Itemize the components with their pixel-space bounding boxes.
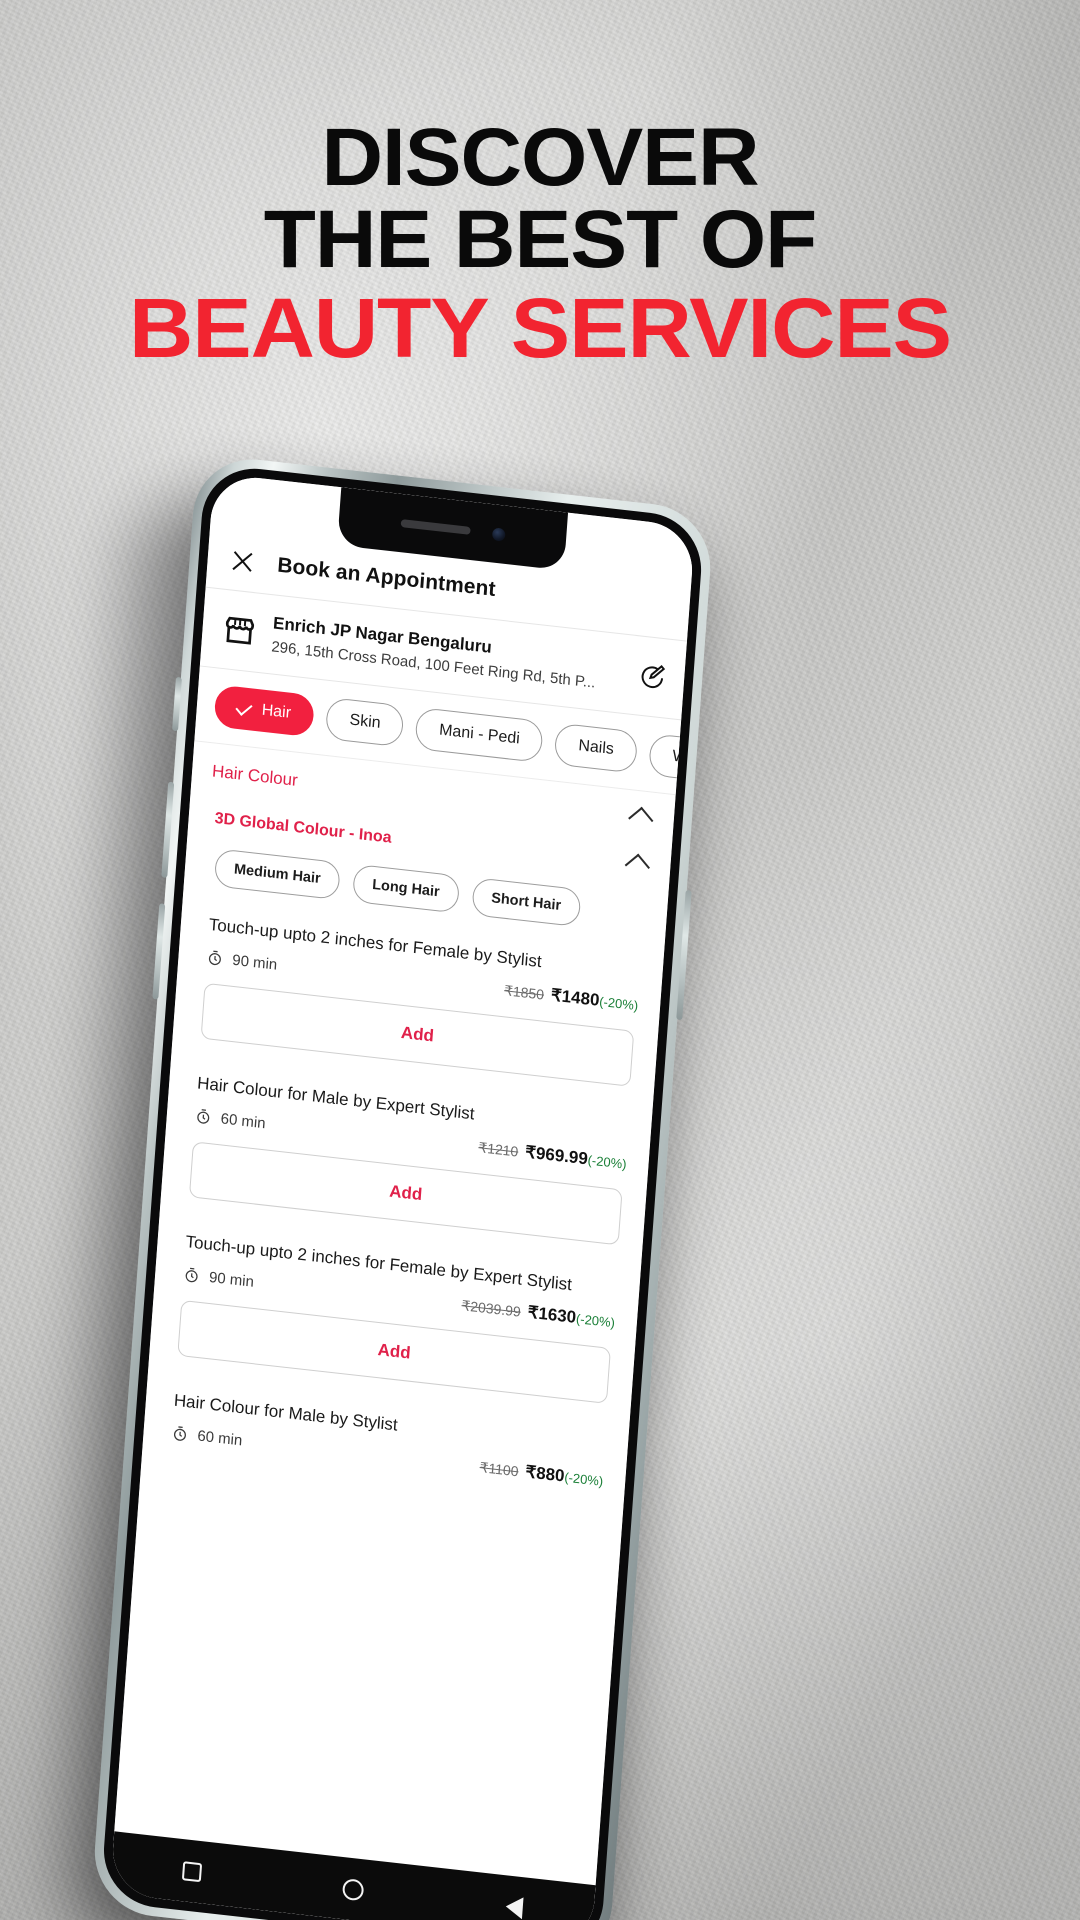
price-discounted: ₹880 xyxy=(524,1462,566,1486)
service-list-scroll[interactable]: Hair Colour 3D Global Colour - Inoa Medi… xyxy=(114,741,675,1885)
length-chip-medium-hair[interactable]: Medium Hair xyxy=(213,848,341,901)
chip-label: Skin xyxy=(349,711,382,732)
length-chip-short-hair[interactable]: Short Hair xyxy=(471,877,582,928)
section-title: Hair Colour xyxy=(211,761,299,790)
price-discount-badge: (-20%) xyxy=(563,1469,604,1489)
circle-home-icon[interactable] xyxy=(342,1877,365,1901)
price-discounted: ₹1630 xyxy=(527,1302,577,1327)
duration-label: 90 min xyxy=(231,951,278,974)
service-duration: 60 min xyxy=(194,1107,266,1132)
category-chip-hair[interactable]: Hair xyxy=(213,684,316,738)
price-discount-badge: (-20%) xyxy=(587,1152,628,1172)
poster-headline: DISCOVER THE BEST OF BEAUTY SERVICES xyxy=(0,112,1080,375)
price-discount-badge: (-20%) xyxy=(598,993,639,1014)
chip-label: Hair xyxy=(261,701,292,722)
front-camera-icon xyxy=(491,526,506,542)
duration-label: 90 min xyxy=(208,1268,255,1291)
service-duration: 60 min xyxy=(171,1424,243,1449)
edit-location-icon[interactable] xyxy=(637,661,667,692)
chevron-up-icon[interactable] xyxy=(624,853,650,880)
price-original: ₹1100 xyxy=(479,1459,520,1480)
clock-icon xyxy=(171,1424,189,1443)
chevron-up-icon[interactable] xyxy=(628,806,654,833)
category-chip-mani-pedi[interactable]: Mani - Pedi xyxy=(414,706,545,764)
chip-label: W xyxy=(671,747,682,767)
service-price: ₹1210 ₹969.99(-20%) xyxy=(478,1137,628,1174)
triangle-back-icon[interactable] xyxy=(504,1895,524,1920)
price-discounted: ₹969.99 xyxy=(524,1142,589,1169)
headline-line-2: THE BEST OF xyxy=(263,194,817,285)
clock-icon xyxy=(194,1107,212,1126)
duration-label: 60 min xyxy=(196,1426,243,1449)
price-discounted: ₹1480 xyxy=(550,985,601,1010)
headline-line-3: BEAUTY SERVICES xyxy=(129,281,952,375)
service-price: ₹1100 ₹880(-20%) xyxy=(479,1457,604,1491)
phone-screen: Book an Appointment Enrich JP Nagar Beng… xyxy=(109,472,696,1920)
chip-label: Mani - Pedi xyxy=(438,721,521,748)
close-icon[interactable] xyxy=(229,547,257,576)
service-duration: 90 min xyxy=(183,1265,255,1290)
check-icon xyxy=(235,698,253,716)
duration-label: 60 min xyxy=(220,1109,267,1132)
phone-bezel: Book an Appointment Enrich JP Nagar Beng… xyxy=(100,462,705,1920)
category-chip-skin[interactable]: Skin xyxy=(325,696,405,748)
category-chip-next[interactable]: W xyxy=(648,733,682,782)
chip-label: Nails xyxy=(577,737,615,759)
clock-icon xyxy=(183,1265,201,1284)
earpiece-speaker xyxy=(400,519,471,535)
page-title: Book an Appointment xyxy=(276,553,497,601)
phone-frame: Book an Appointment Enrich JP Nagar Beng… xyxy=(90,452,715,1920)
service-price: ₹1850 ₹1480(-20%) xyxy=(503,980,639,1015)
service-duration: 90 min xyxy=(206,948,278,973)
service-price: ₹2039.99 ₹1630(-20%) xyxy=(461,1295,616,1332)
price-discount-badge: (-20%) xyxy=(575,1311,616,1331)
square-recents-icon[interactable] xyxy=(182,1860,203,1882)
chip-label: Medium Hair xyxy=(233,861,322,888)
phone-mockup: Book an Appointment Enrich JP Nagar Beng… xyxy=(59,452,715,1920)
clock-icon xyxy=(206,948,224,967)
category-chip-nails[interactable]: Nails xyxy=(553,722,639,774)
price-original: ₹1850 xyxy=(503,982,545,1003)
booking-app: Book an Appointment Enrich JP Nagar Beng… xyxy=(109,472,696,1920)
length-chip-long-hair[interactable]: Long Hair xyxy=(351,863,460,914)
storefront-icon xyxy=(221,612,257,650)
price-original: ₹1210 xyxy=(477,1139,519,1160)
chip-label: Short Hair xyxy=(490,890,562,915)
chip-label: Long Hair xyxy=(371,876,441,901)
price-original: ₹2039.99 xyxy=(460,1297,522,1320)
headline-line-1: DISCOVER xyxy=(321,112,759,203)
